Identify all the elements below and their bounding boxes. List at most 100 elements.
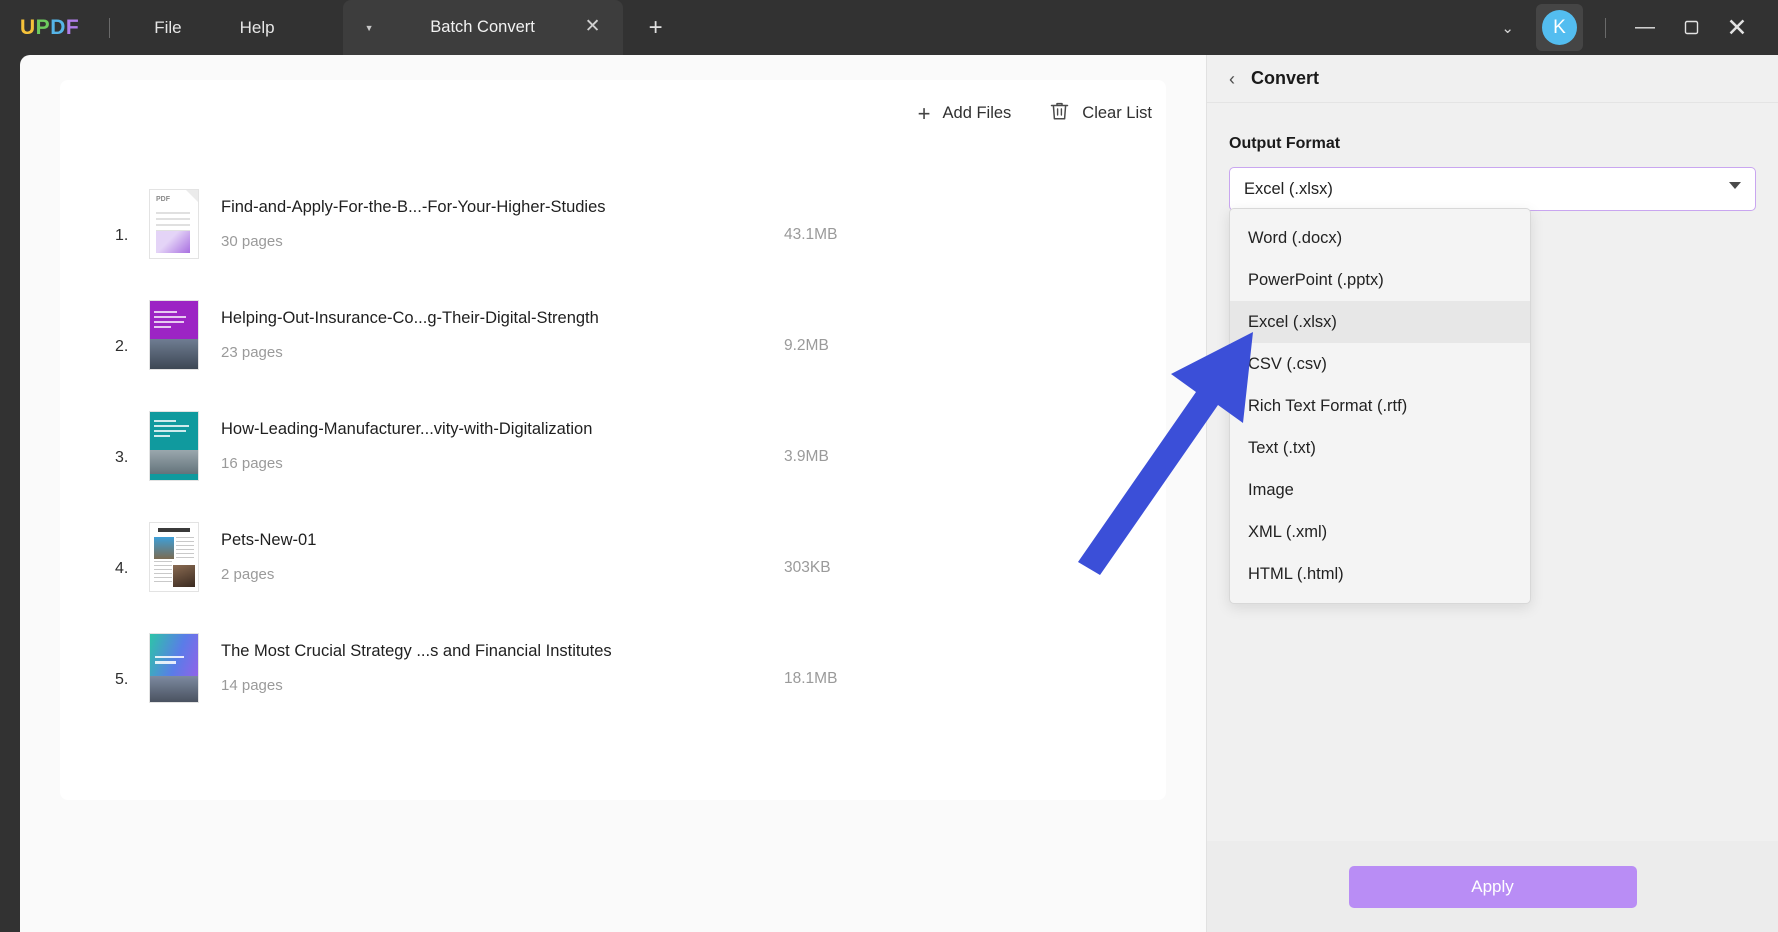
thumb-photo	[154, 537, 174, 559]
tab-batch-convert[interactable]: ▼ Batch Convert ✕	[343, 0, 623, 55]
logo-letter-u: U	[20, 16, 36, 40]
file-name: The Most Crucial Strategy ...s and Finan…	[221, 642, 751, 661]
logo-letter-p: P	[36, 16, 51, 40]
add-files-button[interactable]: + Add Files	[918, 104, 1012, 123]
window-maximize-button[interactable]	[1668, 0, 1714, 55]
table-row[interactable]: 4. Pets-New-01 2 pages 303KB	[60, 501, 1166, 612]
thumb-lines	[154, 311, 192, 331]
output-format-label: Output Format	[1229, 135, 1778, 153]
file-meta: Find-and-Apply-For-the-B...-For-Your-Hig…	[221, 198, 751, 250]
thumb-photo	[150, 450, 198, 476]
file-size: 18.1MB	[784, 670, 837, 688]
file-name: Helping-Out-Insurance-Co...g-Their-Digit…	[221, 309, 751, 328]
titlebar-divider-2	[1605, 18, 1606, 38]
clear-list-label: Clear List	[1082, 104, 1152, 123]
logo-letter-f: F	[66, 16, 79, 40]
menu-help[interactable]: Help	[226, 12, 289, 44]
row-number: 1.	[115, 227, 149, 245]
avatar-button[interactable]: K	[1536, 4, 1583, 51]
dropdown-option-rtf[interactable]: Rich Text Format (.rtf)	[1230, 385, 1530, 427]
clear-list-button[interactable]: Clear List	[1049, 100, 1152, 127]
title-bar: U P D F File Help ▼ Batch Convert ✕ + ⌄ …	[0, 0, 1778, 55]
tab-title: Batch Convert	[343, 18, 623, 37]
row-number: 4.	[115, 560, 149, 578]
thumb-title-bar	[158, 528, 190, 532]
file-name: How-Leading-Manufacturer...vity-with-Dig…	[221, 420, 751, 439]
file-meta: Helping-Out-Insurance-Co...g-Their-Digit…	[221, 309, 751, 361]
file-meta: The Most Crucial Strategy ...s and Finan…	[221, 642, 751, 694]
output-format-select[interactable]: Excel (.xlsx)	[1229, 167, 1756, 211]
file-size: 43.1MB	[784, 226, 837, 244]
row-number: 5.	[115, 671, 149, 689]
file-list: 1. PDF Find-and-Apply-For-the-B...-For-Y…	[60, 168, 1166, 723]
dropdown-option-excel[interactable]: Excel (.xlsx)	[1230, 301, 1530, 343]
convert-panel: ‹ Convert Output Format Excel (.xlsx) Wo…	[1206, 55, 1778, 932]
tab-chevron-down-icon[interactable]: ▼	[365, 23, 374, 33]
file-size: 303KB	[784, 559, 831, 577]
file-pages: 23 pages	[221, 344, 751, 361]
file-meta: How-Leading-Manufacturer...vity-with-Dig…	[221, 420, 751, 472]
plus-icon: +	[918, 105, 931, 123]
output-format-value: Excel (.xlsx)	[1244, 180, 1333, 199]
page-title: Convert	[1251, 68, 1319, 89]
thumb-photo	[150, 339, 198, 369]
file-name: Pets-New-01	[221, 531, 751, 550]
pdf-badge: PDF	[156, 196, 170, 203]
convert-panel-header: ‹ Convert	[1207, 55, 1778, 103]
file-pages: 16 pages	[221, 455, 751, 472]
apply-button[interactable]: Apply	[1349, 866, 1637, 908]
thumb-lines	[154, 420, 194, 440]
file-pages: 30 pages	[221, 233, 751, 250]
chevron-left-icon[interactable]: ‹	[1229, 70, 1235, 88]
window-minimize-button[interactable]: —	[1622, 0, 1668, 55]
output-format-dropdown[interactable]: Word (.docx) PowerPoint (.pptx) Excel (.…	[1229, 208, 1531, 604]
file-list-toolbar: + Add Files Clear List	[918, 100, 1152, 127]
new-tab-plus-icon[interactable]: +	[649, 16, 663, 40]
file-thumbnail: PDF	[149, 189, 199, 259]
file-size: 3.9MB	[784, 448, 829, 466]
window-close-button[interactable]: ✕	[1714, 0, 1760, 55]
dropdown-option-html[interactable]: HTML (.html)	[1230, 553, 1530, 595]
titlebar-chevron-down-icon[interactable]: ⌄	[1485, 19, 1530, 37]
table-row[interactable]: 1. PDF Find-and-Apply-For-the-B...-For-Y…	[60, 168, 1166, 279]
titlebar-divider	[109, 18, 110, 38]
dropdown-option-xml[interactable]: XML (.xml)	[1230, 511, 1530, 553]
dropdown-option-word[interactable]: Word (.docx)	[1230, 217, 1530, 259]
menu-file[interactable]: File	[140, 12, 195, 44]
dropdown-option-text[interactable]: Text (.txt)	[1230, 427, 1530, 469]
trash-icon	[1049, 100, 1070, 127]
file-list-panel: + Add Files Clear List 1.	[60, 80, 1166, 800]
workspace: + Add Files Clear List 1.	[20, 55, 1778, 932]
file-thumbnail	[149, 300, 199, 370]
apply-bar: Apply	[1207, 841, 1778, 932]
file-thumbnail	[149, 411, 199, 481]
add-files-label: Add Files	[943, 104, 1012, 123]
thumb-footer-band	[150, 474, 198, 480]
row-number: 2.	[115, 338, 149, 356]
updf-logo: U P D F	[20, 16, 79, 40]
file-pages: 14 pages	[221, 677, 751, 694]
table-row[interactable]: 5. The Most Crucial Strategy ...s and Fi…	[60, 612, 1166, 723]
thumb-artwork	[156, 231, 190, 253]
chevron-down-icon[interactable]	[1729, 182, 1741, 189]
file-name: Find-and-Apply-For-the-B...-For-Your-Hig…	[221, 198, 751, 217]
titlebar-right-controls: ⌄ K — ✕	[1485, 0, 1778, 55]
table-row[interactable]: 3. How-Leading-Manufacturer...vity-with-…	[60, 390, 1166, 501]
file-pages: 2 pages	[221, 566, 751, 583]
thumb-lines-2	[154, 561, 172, 585]
file-meta: Pets-New-01 2 pages	[221, 531, 751, 583]
dropdown-option-powerpoint[interactable]: PowerPoint (.pptx)	[1230, 259, 1530, 301]
tab-close-icon[interactable]: ✕	[585, 17, 601, 36]
avatar: K	[1542, 10, 1577, 45]
dropdown-option-csv[interactable]: CSV (.csv)	[1230, 343, 1530, 385]
dropdown-option-image[interactable]: Image	[1230, 469, 1530, 511]
thumb-photo	[150, 676, 198, 702]
thumb-lines	[155, 656, 193, 667]
file-thumbnail	[149, 522, 199, 592]
logo-letter-d: D	[50, 16, 66, 40]
table-row[interactable]: 2. Helping-Out-Insurance-Co...g-Their-Di…	[60, 279, 1166, 390]
thumb-photo-2	[173, 565, 195, 587]
row-number: 3.	[115, 449, 149, 467]
file-thumbnail	[149, 633, 199, 703]
page-fold-corner	[186, 190, 198, 202]
